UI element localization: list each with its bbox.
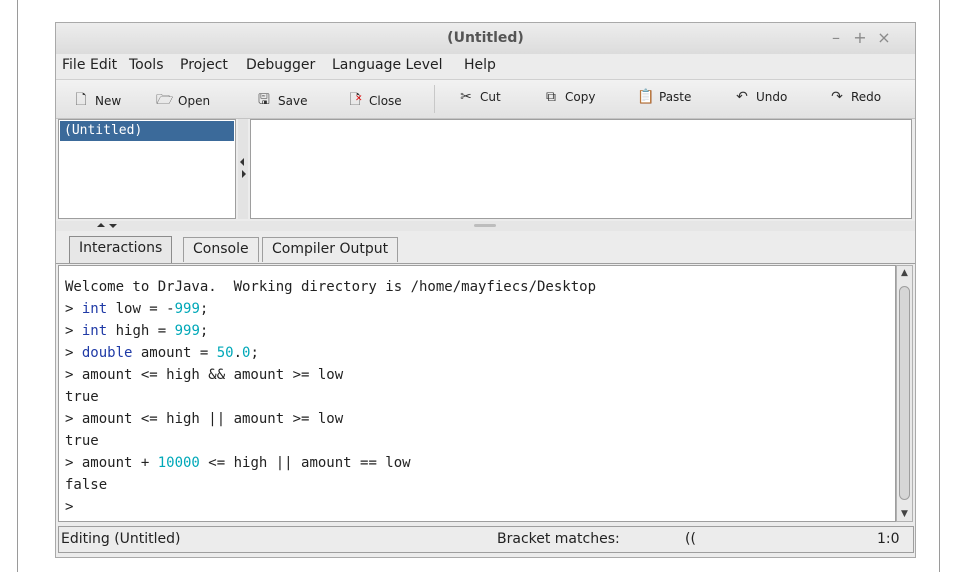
status-editing: Editing (Untitled) [61, 531, 181, 547]
window-title: (Untitled) [447, 30, 524, 46]
frame-right-border [939, 0, 940, 572]
copy-icon: ⧉ [546, 89, 556, 105]
title-bar[interactable]: (Untitled) – + × [56, 23, 915, 55]
vertical-scrollbar[interactable]: ▲ ▼ [896, 265, 913, 522]
scroll-up-icon[interactable]: ▲ [898, 268, 911, 278]
menu-file[interactable]: File [62, 57, 85, 73]
console-line: > amount <= high && amount >= low [65, 364, 895, 386]
maximize-icon[interactable]: + [851, 28, 869, 47]
cut-button[interactable]: ✂ Cut [458, 89, 501, 105]
interactions-pane[interactable]: Welcome to DrJava. Working directory is … [58, 265, 896, 522]
console-line: Welcome to DrJava. Working directory is … [65, 276, 895, 298]
drjava-window: (Untitled) – + × File Edit Tools Project… [55, 22, 916, 558]
tab-interactions[interactable]: Interactions [69, 236, 173, 263]
text-token: high = [107, 323, 175, 339]
undo-icon: ↶ [736, 89, 748, 105]
text-token: <= high || amount == low [199, 455, 411, 471]
tab-strip: Interactions Console Compiler Output [56, 235, 915, 264]
frame-left-border [17, 0, 18, 572]
status-cursor-position: 1:0 [877, 531, 900, 547]
new-file-icon: 🗋 [75, 92, 87, 108]
number-token: 10000 [157, 455, 200, 471]
keyword-token: double [81, 345, 133, 361]
scrollbar-thumb[interactable] [899, 286, 910, 500]
save-button[interactable]: 🖫 Save [256, 89, 307, 113]
toolbar-separator [434, 85, 435, 113]
tab-console[interactable]: Console [183, 237, 259, 262]
console-line: > amount <= high || amount >= low [65, 408, 895, 430]
number-token: 999 [174, 323, 200, 339]
vertical-splitter[interactable] [238, 119, 248, 219]
scissors-icon: ✂ [460, 89, 472, 105]
definitions-pane[interactable] [250, 119, 912, 219]
new-button[interactable]: 🗋 New [73, 89, 121, 113]
text-token: > amount <= high || amount >= low [65, 411, 344, 427]
console-line: > int high = 999; [65, 320, 895, 342]
tab-compiler-output[interactable]: Compiler Output [262, 237, 399, 262]
text-token: true [65, 433, 99, 449]
document-item-untitled[interactable]: (Untitled) [60, 121, 234, 141]
undo-button[interactable]: ↶ Undo [734, 89, 787, 105]
text-token: low = - [107, 301, 175, 317]
redo-icon: ↷ [831, 89, 843, 105]
text-token: ; [250, 345, 259, 361]
close-button[interactable]: 🗋 ✕ Close [347, 89, 401, 113]
open-button[interactable]: 🗁 Open [156, 89, 210, 113]
console-line: false [65, 474, 895, 496]
text-token: ; [199, 301, 209, 317]
text-token: > [65, 323, 82, 339]
text-token: > amount <= high && amount >= low [65, 367, 344, 383]
copy-button[interactable]: ⧉ Copy [543, 89, 595, 105]
text-token: true [65, 389, 99, 405]
floppy-disk-icon: 🖫 [258, 92, 270, 108]
status-bracket-label: Bracket matches: [497, 531, 620, 547]
text-token: > amount + [65, 455, 158, 471]
menu-project[interactable]: Project [180, 57, 228, 73]
minimize-icon[interactable]: – [827, 28, 845, 47]
folder-open-icon: 🗁 [156, 92, 174, 108]
clipboard-icon: 📋 [637, 89, 655, 105]
keyword-token: int [81, 323, 108, 339]
console-line: > [65, 496, 895, 518]
keyword-token: int [81, 301, 108, 317]
menu-help[interactable]: Help [464, 57, 496, 73]
close-window-icon[interactable]: × [875, 28, 893, 47]
number-token: 999 [174, 301, 200, 317]
console-line: > amount + 10000 <= high || amount == lo… [65, 452, 895, 474]
scroll-down-icon[interactable]: ▼ [898, 509, 911, 519]
console-line: true [65, 386, 895, 408]
toolbar: 🗋 New 🗁 Open 🖫 Save 🗋 ✕ Close ✂ Cut ⧉ Copy 📋 Pas… [56, 79, 915, 119]
text-token: . [233, 345, 243, 361]
text-token: Welcome to DrJava. Working directory is … [65, 279, 597, 295]
horizontal-splitter[interactable] [56, 221, 915, 231]
close-file-icon: 🗋 ✕ [349, 92, 363, 108]
menu-edit[interactable]: Edit [90, 57, 117, 73]
menu-debugger[interactable]: Debugger [246, 57, 315, 73]
menu-language-level[interactable]: Language Level [332, 57, 443, 73]
text-token: > [65, 301, 82, 317]
status-bracket-value: (( [685, 531, 696, 547]
redo-button[interactable]: ↷ Redo [829, 89, 881, 105]
console-line: > double amount = 50.0; [65, 342, 895, 364]
text-token: amount = [132, 345, 217, 361]
document-list[interactable]: (Untitled) [58, 119, 236, 219]
paste-button[interactable]: 📋 Paste [637, 89, 691, 105]
text-token: ; [199, 323, 209, 339]
console-line: true [65, 430, 895, 452]
text-token: > [65, 345, 82, 361]
text-token: false [65, 477, 108, 493]
menu-tools[interactable]: Tools [129, 57, 164, 73]
status-bar: Editing (Untitled) Bracket matches: (( 1… [58, 526, 914, 553]
console-line: > int low = -999; [65, 298, 895, 320]
number-token: 50 [216, 345, 234, 361]
text-token: > [65, 499, 74, 515]
menu-bar: File Edit Tools Project Debugger Languag… [56, 54, 915, 77]
